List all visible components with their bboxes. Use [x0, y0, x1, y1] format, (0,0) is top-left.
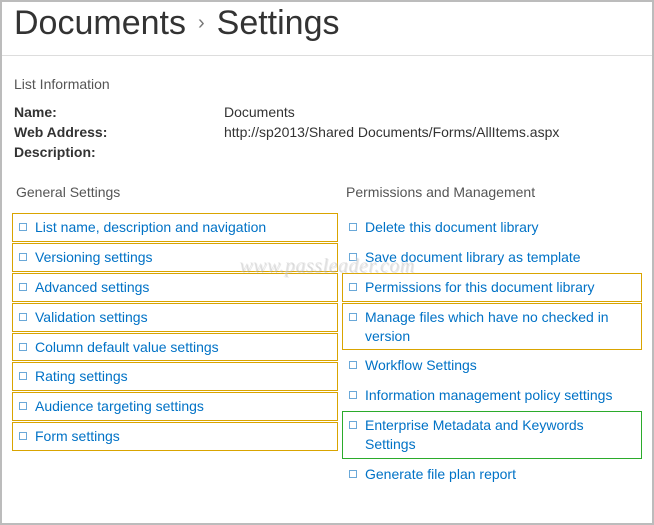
bullet-icon: [19, 432, 27, 440]
general-link[interactable]: Rating settings: [12, 362, 338, 391]
bullet-icon: [19, 402, 27, 410]
perms-link-label[interactable]: Manage files which have no checked in ve…: [365, 308, 635, 346]
general-link-label[interactable]: Validation settings: [35, 308, 148, 327]
bullet-icon: [349, 313, 357, 321]
general-settings-heading: General Settings: [10, 180, 340, 212]
bullet-icon: [349, 223, 357, 231]
general-link[interactable]: Audience targeting settings: [12, 392, 338, 421]
general-link[interactable]: Validation settings: [12, 303, 338, 332]
perms-link-label[interactable]: Delete this document library: [365, 218, 539, 237]
perms-link[interactable]: Generate file plan report: [342, 460, 642, 489]
bullet-icon: [349, 253, 357, 261]
perms-link-label[interactable]: Information management policy settings: [365, 386, 612, 405]
breadcrumb-root[interactable]: Documents: [14, 4, 186, 43]
bullet-icon: [349, 470, 357, 478]
general-link-label[interactable]: Advanced settings: [35, 278, 149, 297]
chevron-right-icon: ›: [196, 12, 207, 35]
bullet-icon: [349, 283, 357, 291]
general-link-label[interactable]: Audience targeting settings: [35, 397, 204, 416]
permissions-column: Permissions and Management Delete this d…: [340, 180, 644, 490]
web-address-label: Web Address:: [14, 124, 224, 140]
bullet-icon: [19, 372, 27, 380]
name-value: Documents: [224, 104, 640, 120]
general-link[interactable]: Column default value settings: [12, 333, 338, 362]
permissions-heading: Permissions and Management: [340, 180, 644, 212]
perms-link-label[interactable]: Workflow Settings: [365, 356, 477, 375]
bullet-icon: [349, 361, 357, 369]
perms-link[interactable]: Save document library as template: [342, 243, 642, 272]
general-link-label[interactable]: List name, description and navigation: [35, 218, 266, 237]
general-link-label[interactable]: Versioning settings: [35, 248, 153, 267]
bullet-icon: [19, 343, 27, 351]
bullet-icon: [19, 253, 27, 261]
web-address-value[interactable]: http://sp2013/Shared Documents/Forms/All…: [224, 124, 640, 140]
general-link-label[interactable]: Column default value settings: [35, 338, 219, 357]
general-link[interactable]: Form settings: [12, 422, 338, 451]
bullet-icon: [349, 391, 357, 399]
general-link[interactable]: Advanced settings: [12, 273, 338, 302]
perms-link[interactable]: Workflow Settings: [342, 351, 642, 380]
description-label: Description:: [14, 144, 224, 160]
general-link-label[interactable]: Rating settings: [35, 367, 128, 386]
perms-link-label[interactable]: Permissions for this document library: [365, 278, 595, 297]
perms-link-label[interactable]: Enterprise Metadata and Keywords Setting…: [365, 416, 635, 454]
bullet-icon: [19, 223, 27, 231]
perms-link[interactable]: Manage files which have no checked in ve…: [342, 303, 642, 351]
description-value: [224, 144, 640, 160]
breadcrumb-current: Settings: [217, 4, 340, 43]
perms-link[interactable]: Delete this document library: [342, 213, 642, 242]
name-label: Name:: [14, 104, 224, 120]
bullet-icon: [19, 313, 27, 321]
perms-link-label[interactable]: Generate file plan report: [365, 465, 516, 484]
list-information-heading: List Information: [0, 56, 654, 98]
breadcrumb: Documents › Settings: [0, 0, 654, 56]
general-settings-column: General Settings List name, description …: [10, 180, 340, 490]
perms-link[interactable]: Information management policy settings: [342, 381, 642, 410]
general-link[interactable]: List name, description and navigation: [12, 213, 338, 242]
perms-link[interactable]: Permissions for this document library: [342, 273, 642, 302]
bullet-icon: [349, 421, 357, 429]
perms-link-label[interactable]: Save document library as template: [365, 248, 581, 267]
bullet-icon: [19, 283, 27, 291]
perms-link[interactable]: Enterprise Metadata and Keywords Setting…: [342, 411, 642, 459]
general-link-label[interactable]: Form settings: [35, 427, 120, 446]
list-information-table: Name: Documents Web Address: http://sp20…: [0, 98, 654, 174]
general-link[interactable]: Versioning settings: [12, 243, 338, 272]
